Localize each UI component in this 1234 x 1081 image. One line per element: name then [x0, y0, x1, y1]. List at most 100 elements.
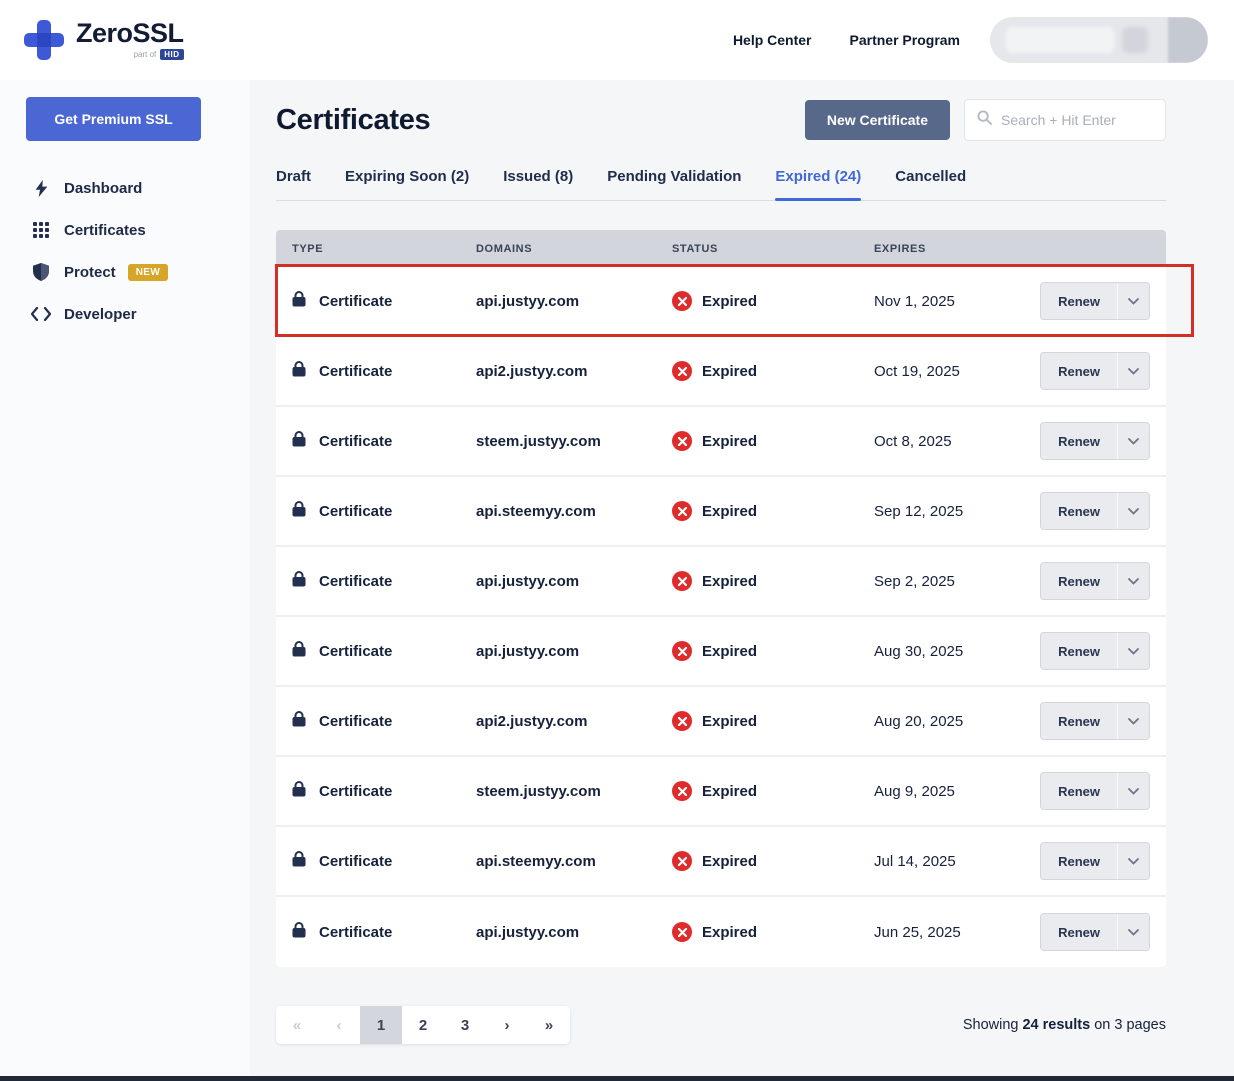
- renew-button[interactable]: Renew: [1041, 283, 1117, 319]
- sidebar-item-developer[interactable]: Developer: [0, 293, 250, 335]
- certificate-domain: api.steemyy.com: [476, 502, 596, 520]
- certificate-row[interactable]: Certificate steem.justyy.com Expired Aug…: [276, 757, 1166, 827]
- page-3-button[interactable]: 3: [444, 1006, 486, 1044]
- certificate-expires: Jun 25, 2025: [874, 923, 961, 941]
- renew-dropdown-button[interactable]: [1117, 563, 1149, 599]
- chevron-down-icon: [1128, 367, 1139, 375]
- code-icon: [30, 307, 52, 321]
- renew-button[interactable]: Renew: [1041, 843, 1117, 879]
- certificate-row[interactable]: Certificate api.justyy.com Expired Jun 2…: [276, 897, 1166, 967]
- sidebar-item-label: Protect: [64, 263, 116, 281]
- certificate-status: Expired: [702, 923, 758, 941]
- certificate-row[interactable]: Certificate api.justyy.com Expired Nov 1…: [275, 264, 1194, 337]
- get-premium-ssl-button[interactable]: Get Premium SSL: [26, 97, 201, 141]
- new-certificate-button[interactable]: New Certificate: [804, 100, 950, 140]
- renew-dropdown-button[interactable]: [1117, 353, 1149, 389]
- tabs: Draft Expiring Soon (2) Issued (8) Pending …: [276, 168, 1166, 201]
- renew-button[interactable]: Renew: [1041, 353, 1117, 389]
- certificate-domain: steem.justyy.com: [476, 432, 601, 450]
- tab-expired-24[interactable]: Expired (24): [775, 168, 861, 201]
- renew-button-group: Renew: [1040, 562, 1150, 600]
- tab-cancelled[interactable]: Cancelled: [895, 168, 966, 200]
- sidebar-item-label: Certificates: [64, 221, 146, 239]
- chevron-down-icon: [1128, 437, 1139, 445]
- last-page-button[interactable]: »: [528, 1006, 570, 1044]
- certificate-row[interactable]: Certificate steem.justyy.com Expired Oct…: [276, 407, 1166, 477]
- help-center-link[interactable]: Help Center: [733, 32, 812, 48]
- tab-draft[interactable]: Draft: [276, 168, 311, 200]
- prev-page-button[interactable]: ‹: [318, 1006, 360, 1044]
- sidebar-item-dashboard[interactable]: Dashboard: [0, 167, 250, 209]
- lock-icon: [292, 360, 306, 382]
- certificate-domain: api.justyy.com: [476, 642, 580, 660]
- pagination: «‹ 1 2 3 ›»: [276, 1006, 570, 1044]
- search-input[interactable]: [1001, 112, 1153, 128]
- results-suffix: on 3 pages: [1090, 1017, 1166, 1033]
- search-icon: [977, 109, 993, 131]
- expired-status-icon: [672, 291, 692, 311]
- chevron-down-icon: [1128, 857, 1139, 865]
- new-badge: NEW: [127, 263, 169, 281]
- zerossl-logo[interactable]: ZeroSSL part of HID: [24, 20, 184, 60]
- partner-program-link[interactable]: Partner Program: [850, 32, 960, 48]
- certificate-domain: api2.justyy.com: [476, 712, 588, 730]
- certificate-row[interactable]: Certificate api2.justyy.com Expired Oct …: [276, 337, 1166, 407]
- certificate-row[interactable]: Certificate api.justyy.com Expired Aug 3…: [276, 617, 1166, 687]
- search-box[interactable]: [964, 99, 1166, 141]
- certificate-status: Expired: [702, 852, 758, 870]
- renew-button[interactable]: Renew: [1041, 493, 1117, 529]
- renew-dropdown-button[interactable]: [1117, 283, 1149, 319]
- certificate-domain: api.steemyy.com: [476, 852, 596, 870]
- renew-button-group: Renew: [1040, 422, 1150, 460]
- renew-dropdown-button[interactable]: [1117, 703, 1149, 739]
- certificate-expires: Sep 2, 2025: [874, 572, 955, 590]
- logo-text: ZeroSSL: [76, 18, 184, 48]
- lock-icon: [292, 570, 306, 592]
- renew-dropdown-button[interactable]: [1117, 914, 1149, 950]
- account-area-blurred[interactable]: [990, 17, 1208, 63]
- renew-dropdown-button[interactable]: [1117, 633, 1149, 669]
- certificate-status: Expired: [702, 362, 758, 380]
- first-page-button[interactable]: «: [276, 1006, 318, 1044]
- renew-button[interactable]: Renew: [1041, 914, 1117, 950]
- certificate-row[interactable]: Certificate api.justyy.com Expired Sep 2…: [276, 547, 1166, 617]
- renew-button-group: Renew: [1040, 492, 1150, 530]
- renew-button-group: Renew: [1040, 632, 1150, 670]
- certificate-status: Expired: [702, 782, 758, 800]
- renew-button[interactable]: Renew: [1041, 423, 1117, 459]
- sidebar-item-protect[interactable]: Protect NEW: [0, 251, 250, 293]
- certificate-row[interactable]: Certificate api.steemyy.com Expired Sep …: [276, 477, 1166, 547]
- chevron-down-icon: [1128, 297, 1139, 305]
- renew-button[interactable]: Renew: [1041, 703, 1117, 739]
- tab-pending-validation[interactable]: Pending Validation: [607, 168, 741, 200]
- certificate-status: Expired: [702, 432, 758, 450]
- page-1-button[interactable]: 1: [360, 1006, 402, 1044]
- expired-status-icon: [672, 361, 692, 381]
- renew-dropdown-button[interactable]: [1117, 493, 1149, 529]
- renew-button[interactable]: Renew: [1041, 773, 1117, 809]
- certificate-row[interactable]: Certificate api.steemyy.com Expired Jul …: [276, 827, 1166, 897]
- expired-status-icon: [672, 431, 692, 451]
- tab-expiring-soon-2[interactable]: Expiring Soon (2): [345, 168, 469, 200]
- certificate-status: Expired: [702, 502, 758, 520]
- results-prefix: Showing: [962, 1017, 1023, 1033]
- page-2-button[interactable]: 2: [402, 1006, 444, 1044]
- expired-status-icon: [672, 711, 692, 731]
- next-page-button[interactable]: ›: [486, 1006, 528, 1044]
- renew-button[interactable]: Renew: [1041, 563, 1117, 599]
- renew-button-group: Renew: [1040, 702, 1150, 740]
- renew-dropdown-button[interactable]: [1117, 843, 1149, 879]
- renew-button[interactable]: Renew: [1041, 633, 1117, 669]
- chevron-down-icon: [1128, 647, 1139, 655]
- tab-issued-8[interactable]: Issued (8): [503, 168, 573, 200]
- renew-dropdown-button[interactable]: [1117, 773, 1149, 809]
- bottom-bar: [0, 1076, 1234, 1081]
- certificate-row[interactable]: Certificate api2.justyy.com Expired Aug …: [276, 687, 1166, 757]
- certificate-status: Expired: [702, 572, 758, 590]
- certificate-type: Certificate: [319, 782, 393, 800]
- certificate-domain: api.justyy.com: [476, 923, 580, 941]
- sidebar-item-certificates[interactable]: Certificates: [0, 209, 250, 251]
- renew-dropdown-button[interactable]: [1117, 423, 1149, 459]
- main-content: Certificates New Certificate Draft Expiri…: [250, 80, 1234, 1081]
- lock-icon: [292, 500, 306, 522]
